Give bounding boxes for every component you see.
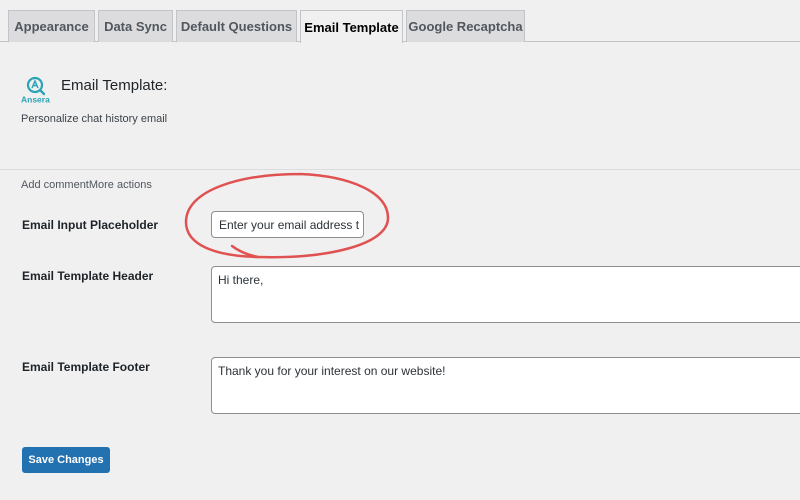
save-changes-button[interactable]: Save Changes: [22, 447, 110, 473]
email-footer-textarea[interactable]: Thank you for your interest on our websi…: [211, 357, 800, 414]
divider: [0, 169, 800, 170]
tab-email-template[interactable]: Email Template: [300, 10, 403, 43]
tab-data-sync[interactable]: Data Sync: [98, 10, 173, 42]
email-placeholder-label: Email Input Placeholder: [22, 218, 159, 232]
tab-default-questions[interactable]: Default Questions: [176, 10, 297, 42]
tab-bar: Appearance Data Sync Default Questions E…: [0, 0, 800, 43]
stray-text: Add commentMore actions: [21, 179, 152, 191]
page-description: Personalize chat history email: [21, 113, 168, 125]
logo-wordmark: Ansera: [21, 95, 50, 105]
ansera-logo-icon: Ansera: [21, 76, 50, 105]
email-header-textarea[interactable]: Hi there,: [211, 266, 800, 323]
email-placeholder-input[interactable]: Enter your email address t: [211, 211, 364, 238]
red-circle-annotation: [184, 172, 390, 259]
ansera-logo: Ansera: [20, 74, 54, 105]
email-header-label: Email Template Header: [22, 269, 154, 283]
email-footer-label: Email Template Footer: [22, 360, 150, 374]
page-title: Email Template:: [61, 77, 168, 94]
tab-google-recaptcha[interactable]: Google Recaptcha: [406, 10, 525, 42]
tab-appearance[interactable]: Appearance: [8, 10, 95, 42]
settings-page: Appearance Data Sync Default Questions E…: [0, 0, 800, 500]
